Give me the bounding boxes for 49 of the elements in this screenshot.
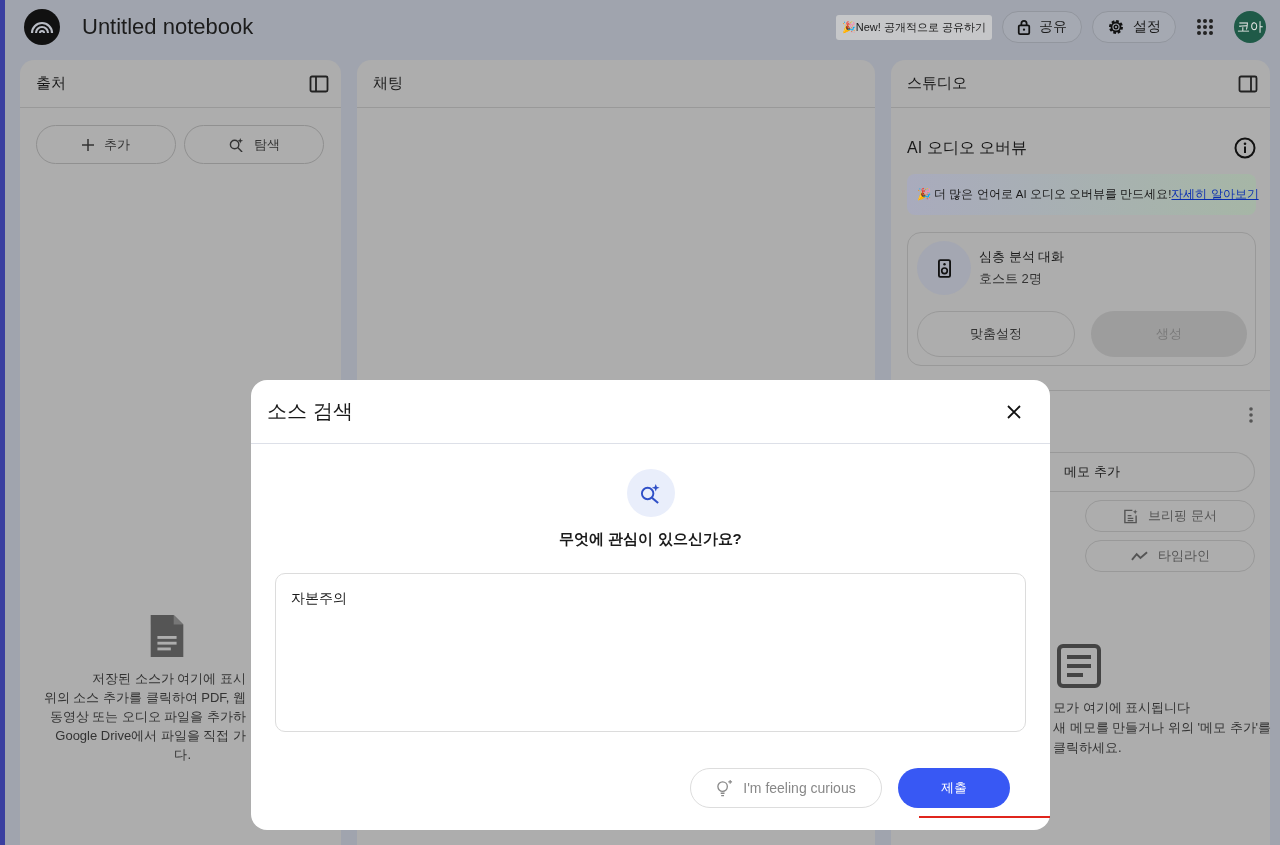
sparkle-search-icon bbox=[228, 137, 244, 152]
submit-button[interactable]: 제출 bbox=[898, 768, 1010, 808]
promo-text: 🎉 더 많은 언어로 AI 오디오 오버뷰를 만드세요!자세히 알아보기 bbox=[917, 187, 1259, 202]
close-icon[interactable] bbox=[1007, 404, 1021, 419]
empty-state-text: 클릭하세요. bbox=[1053, 739, 1122, 757]
add-source-button[interactable]: 추가 bbox=[36, 125, 176, 164]
speaker-icon bbox=[937, 258, 951, 278]
notebook-title[interactable]: Untitled notebook bbox=[82, 14, 254, 40]
empty-state-text: 저장된 소스가 여기에 표시 bbox=[92, 670, 246, 688]
settings-button[interactable]: 설정 bbox=[1092, 11, 1176, 43]
document-icon bbox=[148, 613, 186, 659]
timeline-button[interactable]: 타임라인 bbox=[1085, 540, 1255, 572]
empty-state-text: 위의 소스 추가를 클릭하여 PDF, 웹 bbox=[43, 689, 246, 707]
briefing-doc-button[interactable]: 브리핑 문서 bbox=[1085, 500, 1255, 532]
dialog-question: 무엇에 관심이 있으신가요? bbox=[559, 530, 742, 549]
lock-icon bbox=[1017, 19, 1031, 35]
trend-line-icon bbox=[1130, 551, 1148, 561]
empty-state-text: Google Drive에서 파일을 직접 가 bbox=[55, 727, 246, 745]
discover-button[interactable]: 탐색 bbox=[184, 125, 324, 164]
empty-state-text: 모가 여기에 표시됩니다 bbox=[1053, 699, 1191, 717]
share-publicly-badge[interactable]: 🎉New! 공개적으로 공유하기 bbox=[835, 14, 992, 40]
info-icon[interactable] bbox=[1234, 137, 1256, 159]
card-title: 심층 분석 대화 bbox=[979, 248, 1065, 266]
note-icon bbox=[1057, 644, 1101, 688]
plus-icon bbox=[82, 138, 94, 151]
more-options-icon[interactable] bbox=[1249, 407, 1253, 423]
panel-toggle-icon[interactable] bbox=[1238, 73, 1258, 94]
query-input-field[interactable]: 자본주의 bbox=[275, 573, 1026, 732]
panel-title: 채팅 bbox=[373, 74, 403, 93]
section-title: AI 오디오 오버뷰 bbox=[907, 137, 1027, 158]
customize-button[interactable]: 맞춤설정 bbox=[917, 311, 1075, 357]
document-sparkle-icon bbox=[1123, 508, 1139, 524]
user-avatar[interactable]: 코아 bbox=[1234, 11, 1266, 43]
apps-grid-icon[interactable] bbox=[1196, 18, 1214, 36]
empty-state-text: 동영상 또는 오디오 파일을 추가하 bbox=[49, 708, 246, 726]
lightbulb-icon bbox=[716, 778, 734, 798]
empty-state-text: 새 메모를 만들거나 위의 '메모 추가'를 bbox=[1053, 719, 1272, 737]
card-subtitle: 호스트 2명 bbox=[979, 270, 1043, 288]
learn-more-link[interactable]: 자세히 알아보기 bbox=[1171, 188, 1259, 200]
dialog-title: 소스 검색 bbox=[267, 399, 353, 424]
sparkle-search-icon bbox=[640, 482, 661, 504]
share-button[interactable]: 공유 bbox=[1002, 11, 1082, 43]
panel-toggle-icon[interactable] bbox=[309, 73, 329, 94]
empty-state-text: 다. bbox=[174, 746, 191, 764]
logo-icon[interactable] bbox=[24, 9, 60, 45]
panel-title: 출처 bbox=[36, 74, 66, 93]
feeling-curious-button[interactable]: I'm feeling curious bbox=[690, 768, 882, 808]
panel-title: 스튜디오 bbox=[907, 74, 967, 93]
settings-icon bbox=[1107, 18, 1125, 36]
